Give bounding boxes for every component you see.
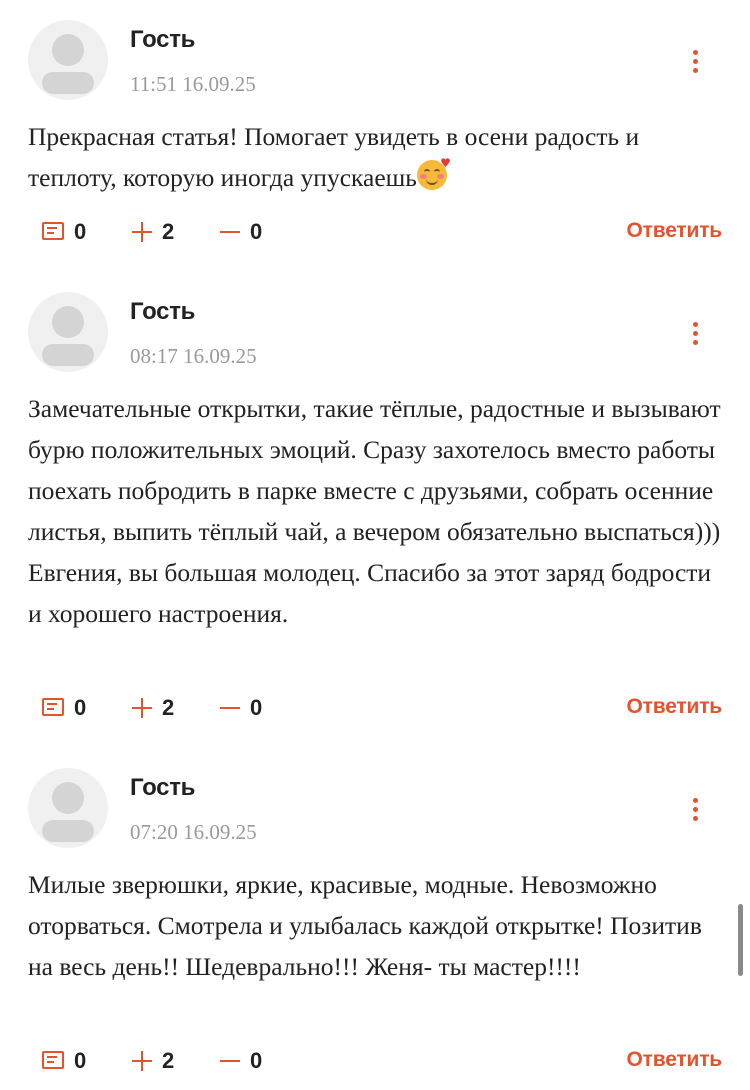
more-vertical-icon[interactable] — [684, 796, 708, 824]
downvote-button[interactable]: 0 — [220, 693, 262, 723]
comment-text: Милые зверюшки, яркие, красивые, модные.… — [28, 870, 702, 981]
downvote-button[interactable]: 0 — [220, 217, 262, 247]
comment-actions: 0 2 0 Ответить — [0, 1046, 750, 1076]
minus-icon — [220, 1051, 240, 1071]
avatar-body — [42, 72, 94, 94]
replies-count-button[interactable]: 0 — [42, 217, 86, 247]
replies-count: 0 — [74, 1048, 87, 1073]
replies-count-button[interactable]: 0 — [42, 1046, 86, 1076]
replies-count: 0 — [74, 219, 87, 244]
more-vertical-icon[interactable] — [684, 48, 708, 76]
downvote-count: 0 — [250, 1048, 263, 1073]
replies-count: 0 — [74, 695, 87, 720]
plus-icon — [132, 1051, 152, 1071]
comment-icon — [42, 698, 64, 718]
avatar-body — [42, 820, 94, 842]
reply-button[interactable]: Ответить — [627, 695, 723, 719]
comment-actions: 0 2 0 Ответить — [0, 217, 750, 247]
comment-text: Прекрасная статья! Помогает увидеть в ос… — [28, 116, 728, 198]
avatar — [28, 768, 108, 848]
comment-timestamp: 08:17 16.09.25 — [130, 344, 257, 368]
minus-icon — [220, 222, 240, 242]
upvote-button[interactable]: 2 — [132, 217, 174, 247]
comment-author: Гость — [130, 774, 196, 801]
comment-author: Гость — [130, 298, 196, 325]
scrollbar[interactable] — [738, 904, 743, 976]
smiling-face-with-hearts-icon: ♥ — [416, 157, 451, 190]
comment-icon — [42, 1051, 64, 1071]
comment-timestamp: 07:20 16.09.25 — [130, 820, 257, 844]
comment-actions: 0 2 0 Ответить — [0, 693, 750, 723]
comment-timestamp: 11:51 16.09.25 — [130, 72, 256, 96]
comment-author: Гость — [130, 26, 196, 53]
avatar-head — [52, 306, 84, 338]
plus-icon — [132, 698, 152, 718]
upvote-count: 2 — [162, 695, 175, 720]
avatar-body — [42, 344, 94, 366]
avatar-head — [52, 34, 84, 66]
upvote-button[interactable]: 2 — [132, 693, 174, 723]
avatar — [28, 20, 108, 100]
avatar — [28, 292, 108, 372]
plus-icon — [132, 222, 152, 242]
upvote-count: 2 — [162, 1048, 175, 1073]
comment-text: Замечательные открытки, такие тёплые, ра… — [28, 394, 721, 628]
minus-icon — [220, 698, 240, 718]
more-vertical-icon[interactable] — [684, 320, 708, 348]
downvote-button[interactable]: 0 — [220, 1046, 262, 1076]
reply-button[interactable]: Ответить — [627, 219, 723, 243]
upvote-count: 2 — [162, 219, 175, 244]
avatar-head — [52, 782, 84, 814]
comment-icon — [42, 222, 64, 242]
replies-count-button[interactable]: 0 — [42, 693, 86, 723]
downvote-count: 0 — [250, 219, 263, 244]
comment-text-content: Прекрасная статья! Помогает увидеть в ос… — [28, 122, 640, 192]
downvote-count: 0 — [250, 695, 263, 720]
upvote-button[interactable]: 2 — [132, 1046, 174, 1076]
reply-button[interactable]: Ответить — [627, 1048, 723, 1072]
